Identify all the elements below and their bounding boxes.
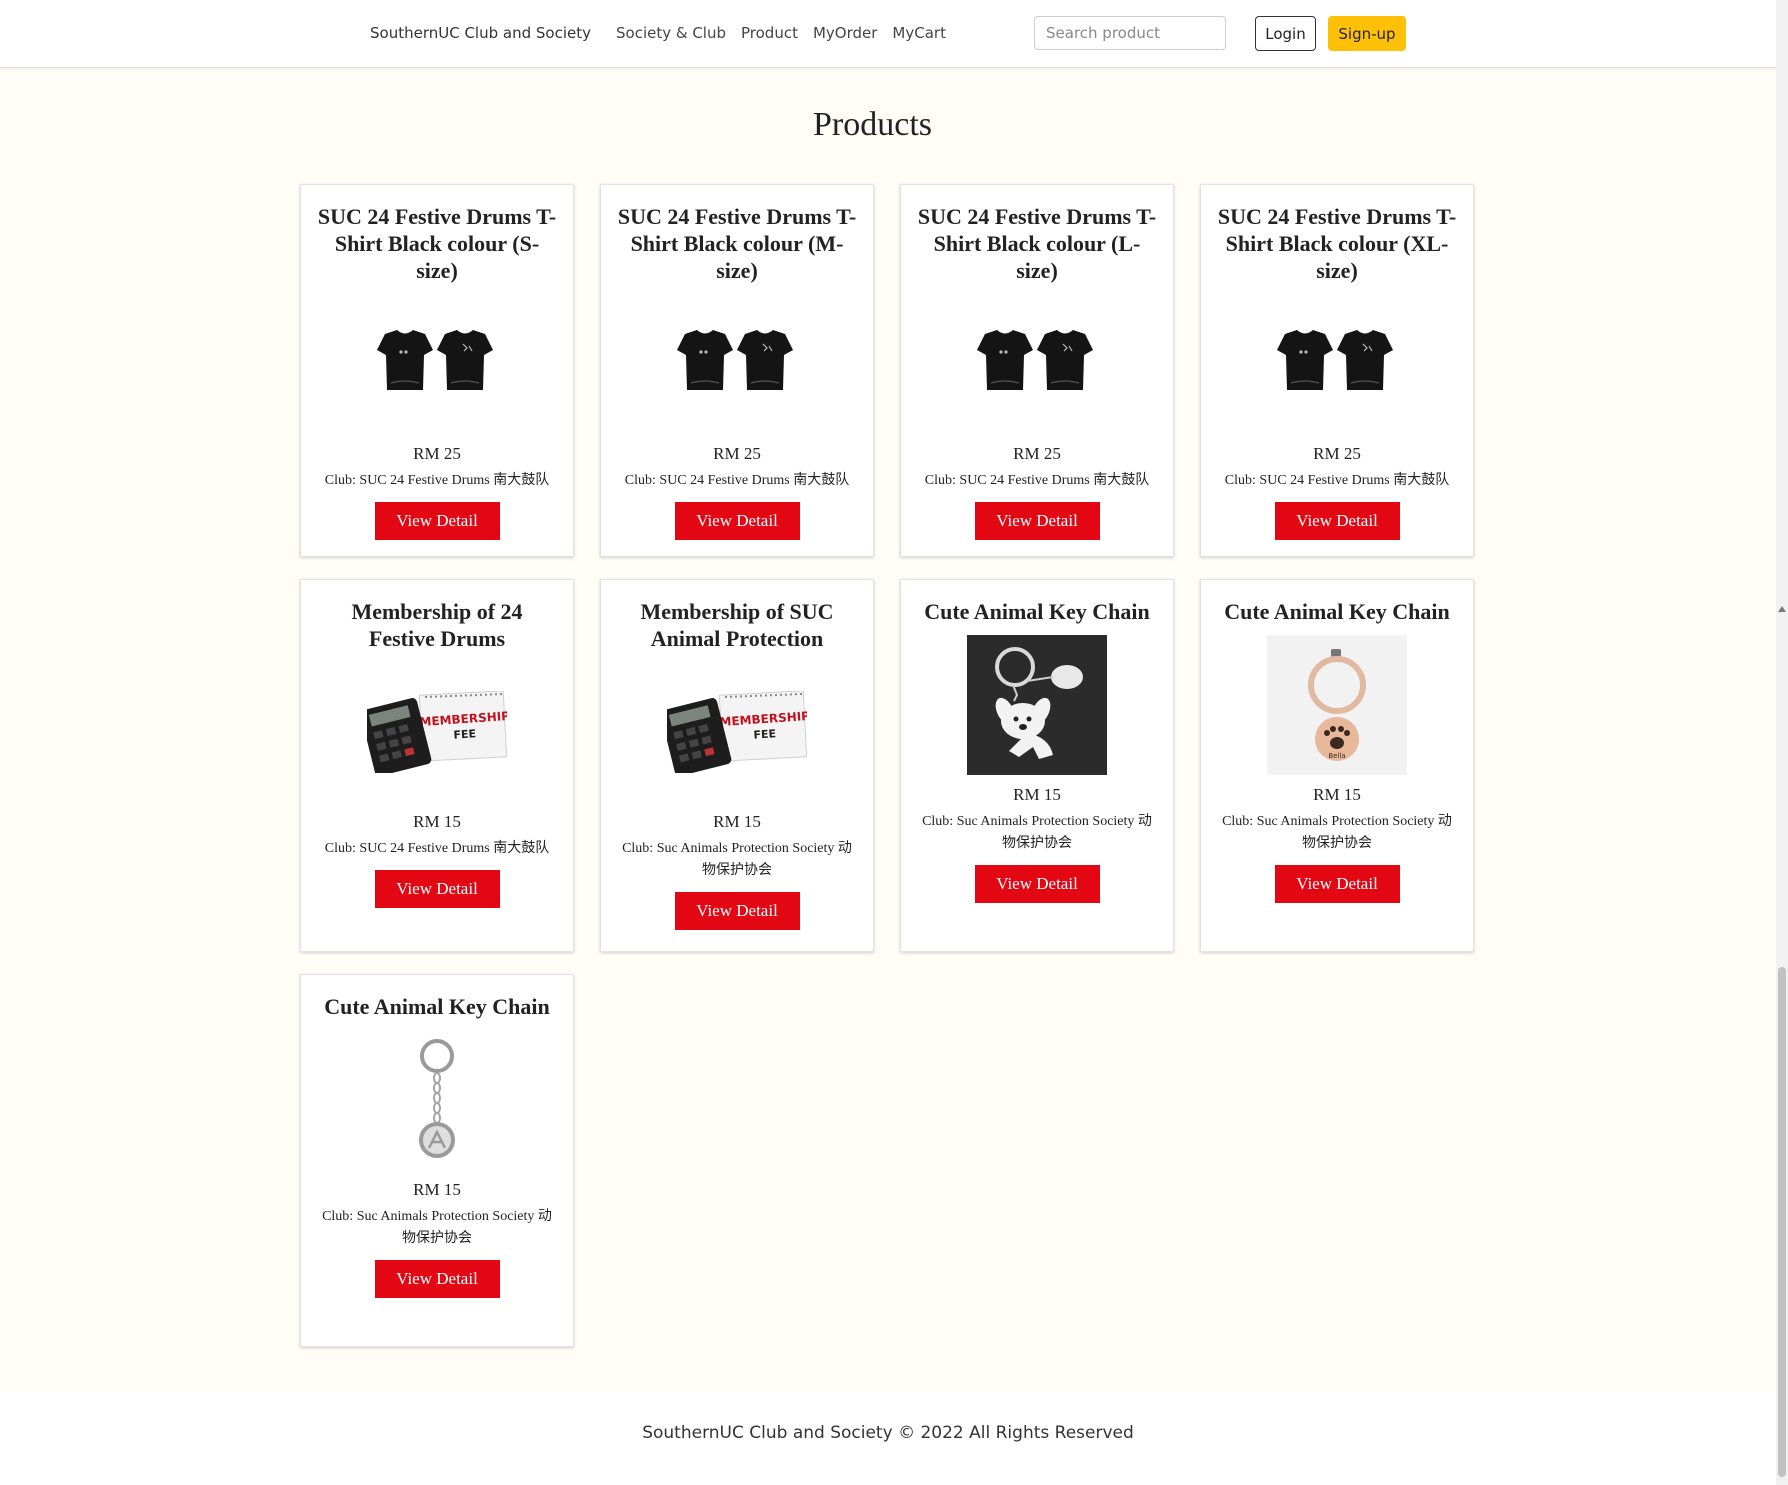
- product-club: Club: SUC 24 Festive Drums 南大鼓队: [924, 473, 1150, 488]
- signup-button[interactable]: Sign-up: [1328, 16, 1406, 51]
- view-detail-button[interactable]: View Detail: [374, 870, 500, 908]
- search-input[interactable]: [1034, 16, 1226, 50]
- product-card: Cute Animal Key Chain Bella RM 15 Club: Suc…: [1200, 579, 1474, 952]
- product-title: Cute Animal Key Chain: [924, 599, 1150, 624]
- brand-link[interactable]: SouthernUC Club and Society: [370, 24, 591, 42]
- product-club: Club: Suc Animals Protection Society 动物保…: [322, 1209, 552, 1246]
- product-title: Membership of SUC Animal Protection: [640, 599, 834, 651]
- nav-link-society-club[interactable]: Society & Club: [616, 24, 726, 42]
- product-image: Bella: [1267, 635, 1407, 775]
- svg-text:FEE: FEE: [753, 727, 776, 742]
- product-price: RM 15: [713, 812, 761, 831]
- nav-link-product[interactable]: Product: [741, 24, 798, 42]
- product-club: Club: Suc Animals Protection Society 动物保…: [922, 814, 1152, 851]
- view-detail-button[interactable]: View Detail: [974, 502, 1100, 540]
- footer: SouthernUC Club and Society © 2022 All R…: [0, 1392, 1776, 1485]
- product-price: RM 15: [413, 1180, 461, 1199]
- nav-link-myorder[interactable]: MyOrder: [813, 24, 877, 42]
- product-grid: SUC 24 Festive Drums T-Shirt Black colou…: [300, 184, 1476, 1347]
- product-price: RM 25: [713, 444, 761, 463]
- product-card: Cute Animal Key Chain RM 15 Club: Suc Anim…: [300, 974, 574, 1347]
- login-button[interactable]: Login: [1255, 16, 1316, 51]
- product-club: Club: Suc Animals Protection Society 动物保…: [622, 841, 852, 878]
- product-price: RM 25: [1313, 444, 1361, 463]
- product-price: RM 25: [413, 444, 461, 463]
- page-title: Products: [813, 106, 932, 143]
- product-image: MEMBERSHIP FEE: [667, 662, 807, 802]
- product-club: Club: Suc Animals Protection Society 动物保…: [1222, 814, 1452, 851]
- product-image: [1267, 294, 1407, 434]
- product-price: RM 25: [1013, 444, 1061, 463]
- product-card: Membership of SUC Animal Protection MEMBE…: [600, 579, 874, 952]
- navbar: SouthernUC Club and Society Society & Cl…: [0, 0, 1776, 68]
- product-title: Cute Animal Key Chain: [1224, 599, 1450, 624]
- product-card: SUC 24 Festive Drums T-Shirt Black colou…: [1200, 184, 1474, 557]
- view-detail-button[interactable]: View Detail: [974, 865, 1100, 903]
- view-detail-button[interactable]: View Detail: [1274, 502, 1400, 540]
- nav-link-mycart[interactable]: MyCart: [892, 24, 946, 42]
- product-card: SUC 24 Festive Drums T-Shirt Black colou…: [300, 184, 574, 557]
- product-image: [367, 294, 507, 434]
- nav-links: Society & Club Product MyOrder MyCart: [616, 24, 946, 42]
- product-card: Membership of 24 Festive Drums MEMBERSHIP…: [300, 579, 574, 952]
- scrollbar-thumb[interactable]: [1778, 967, 1786, 1477]
- product-image: [667, 294, 807, 434]
- product-image: MEMBERSHIP FEE: [367, 662, 507, 802]
- product-club: Club: SUC 24 Festive Drums 南大鼓队: [324, 841, 550, 856]
- scrollbar[interactable]: [1776, 0, 1788, 1485]
- product-title: SUC 24 Festive Drums T-Shirt Black colou…: [617, 204, 857, 283]
- product-card: SUC 24 Festive Drums T-Shirt Black colou…: [600, 184, 874, 557]
- product-image: [967, 294, 1107, 434]
- product-title: SUC 24 Festive Drums T-Shirt Black colou…: [1217, 204, 1457, 283]
- view-detail-button[interactable]: View Detail: [374, 1260, 500, 1298]
- view-detail-button[interactable]: View Detail: [374, 502, 500, 540]
- product-price: RM 15: [1013, 785, 1061, 804]
- product-title: SUC 24 Festive Drums T-Shirt Black colou…: [317, 204, 557, 283]
- view-detail-button[interactable]: View Detail: [674, 502, 800, 540]
- product-image: [967, 635, 1107, 775]
- product-club: Club: SUC 24 Festive Drums 南大鼓队: [624, 473, 850, 488]
- product-title: SUC 24 Festive Drums T-Shirt Black colou…: [917, 204, 1157, 283]
- product-price: RM 15: [413, 812, 461, 831]
- scroll-up-arrow-icon[interactable]: [1778, 606, 1786, 612]
- footer-text: SouthernUC Club and Society © 2022 All R…: [642, 1423, 1134, 1443]
- view-detail-button[interactable]: View Detail: [1274, 865, 1400, 903]
- product-price: RM 15: [1313, 785, 1361, 804]
- product-title: Cute Animal Key Chain: [324, 994, 550, 1019]
- view-detail-button[interactable]: View Detail: [674, 892, 800, 930]
- product-club: Club: SUC 24 Festive Drums 南大鼓队: [1224, 473, 1450, 488]
- product-card: Cute Animal Key Chain RM 15 Club: Suc Anim…: [900, 579, 1174, 952]
- svg-text:Bella: Bella: [1328, 752, 1345, 760]
- product-club: Club: SUC 24 Festive Drums 南大鼓队: [324, 473, 550, 488]
- product-image: [367, 1030, 507, 1170]
- product-card: SUC 24 Festive Drums T-Shirt Black colou…: [900, 184, 1174, 557]
- svg-text:FEE: FEE: [453, 727, 476, 742]
- product-title: Membership of 24 Festive Drums: [351, 599, 523, 651]
